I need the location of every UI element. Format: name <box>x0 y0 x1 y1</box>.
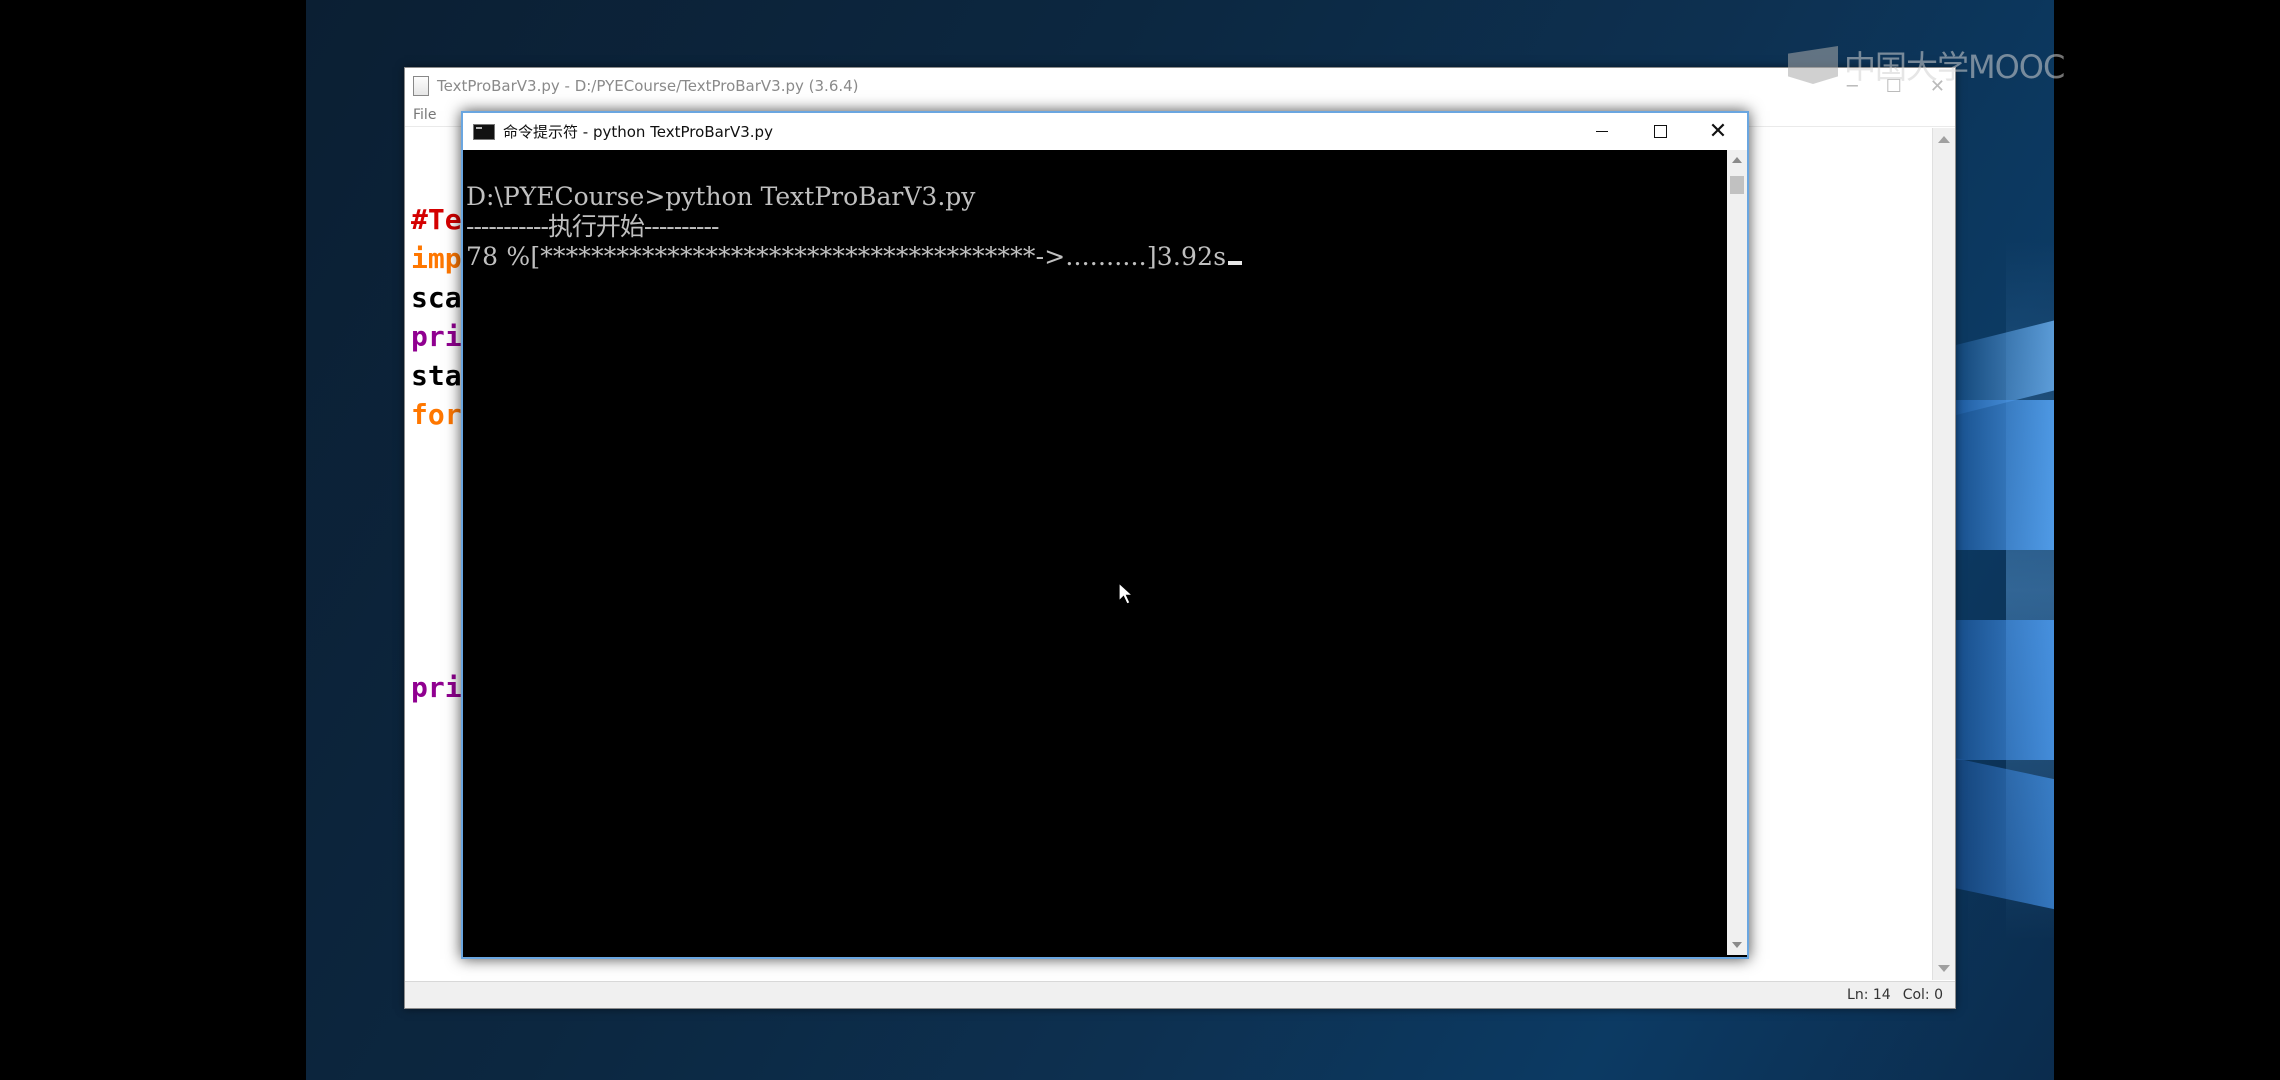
scroll-up-icon[interactable] <box>1732 157 1742 163</box>
cmd-title-text: 命令提示符 - python TextProBarV3.py <box>503 123 773 141</box>
line-number-status: Ln: 14 <box>1847 987 1891 1003</box>
wallpaper-light-beam <box>1946 400 2054 550</box>
minimize-icon <box>1596 131 1608 132</box>
maximize-icon <box>1653 125 1667 138</box>
maximize-button[interactable] <box>1631 113 1689 150</box>
idle-vertical-scrollbar[interactable] <box>1932 128 1955 980</box>
idle-status-bar: Ln: 14 Col: 0 <box>405 981 1955 1008</box>
watermark-text: 中国大学MOOC <box>1844 48 2065 86</box>
code-line[interactable]: #Te <box>411 200 462 239</box>
idle-title-text: TextProBarV3.py - D:/PYECourse/TextProBa… <box>437 77 859 95</box>
code-line[interactable]: sca <box>411 278 462 317</box>
scroll-down-icon[interactable] <box>1732 942 1742 948</box>
mouse-pointer-icon <box>1118 582 1134 605</box>
scroll-thumb[interactable] <box>1730 176 1744 194</box>
screen: TextProBarV3.py - D:/PYECourse/TextProBa… <box>0 0 2280 1080</box>
console-output[interactable]: D:\PYECourse>python TextProBarV3.py ----… <box>463 150 1725 955</box>
wallpaper-light-beam <box>1946 620 2054 760</box>
scroll-up-icon[interactable] <box>1938 136 1950 143</box>
mooc-watermark: 中国大学MOOC <box>1788 44 2065 86</box>
cmd-vertical-scrollbar[interactable] <box>1727 150 1747 955</box>
code-line[interactable]: pri <box>411 317 462 356</box>
code-line[interactable]: pri <box>411 668 462 707</box>
column-number-status: Col: 0 <box>1902 987 1943 1003</box>
text-cursor <box>1228 261 1243 265</box>
scroll-down-icon[interactable] <box>1938 965 1950 972</box>
menu-item-file[interactable]: File <box>413 107 436 123</box>
console-command-line: D:\PYECourse>python TextProBarV3.py <box>466 182 976 211</box>
cmd-icon <box>473 123 495 140</box>
command-prompt-window[interactable]: 命令提示符 - python TextProBarV3.py ✕ D:\PYEC… <box>461 111 1749 959</box>
mooc-logo-icon <box>1788 46 1838 84</box>
close-button[interactable]: ✕ <box>1689 113 1747 150</box>
progress-text: 78 %[***********************************… <box>466 242 1227 271</box>
wallpaper-light-beam <box>1946 756 2054 914</box>
code-line[interactable]: sta <box>411 356 462 395</box>
code-line[interactable]: for <box>411 395 462 434</box>
close-icon: ✕ <box>1708 118 1728 144</box>
idle-titlebar[interactable]: TextProBarV3.py - D:/PYECourse/TextProBa… <box>405 68 1955 104</box>
code-line[interactable]: imp <box>411 239 462 278</box>
console-start-banner: -----------执行开始---------- <box>466 212 719 241</box>
minimize-button[interactable] <box>1573 113 1631 150</box>
console-progress-line: 78 %[***********************************… <box>466 242 1243 272</box>
cmd-titlebar[interactable]: 命令提示符 - python TextProBarV3.py ✕ <box>463 113 1747 150</box>
file-icon <box>413 76 429 96</box>
